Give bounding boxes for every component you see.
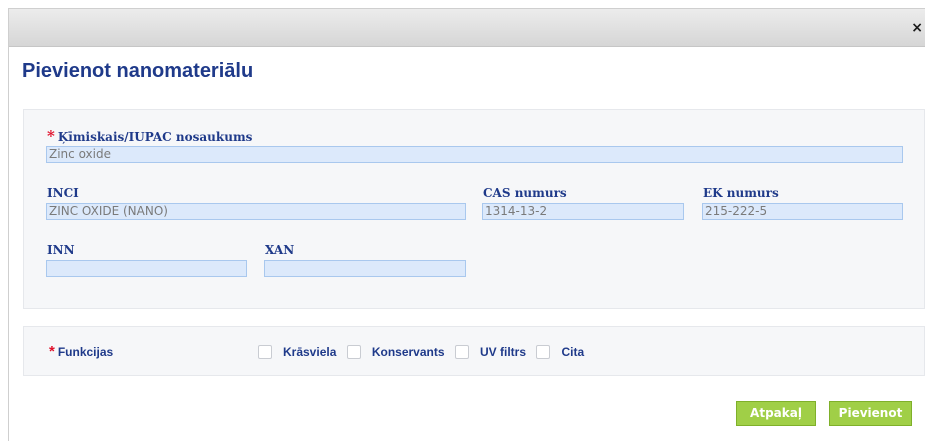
inci-label: INCI [47, 186, 79, 200]
required-marker: * [49, 343, 55, 360]
functions-label: * Funkcijas [49, 343, 113, 360]
function-option-label: Krāsviela [283, 344, 337, 359]
back-button[interactable]: Atpakaļ [736, 401, 816, 426]
cas-input[interactable]: 1314-13-2 [482, 203, 684, 220]
function-option-konservants[interactable]: Konservants [346, 343, 445, 361]
xan-label: XAN [265, 243, 295, 257]
functions-checkbox-group: Krāsviela Konservants UV filtrs Cita [258, 343, 590, 361]
cas-label: CAS numurs [483, 186, 567, 200]
checkbox[interactable] [258, 344, 272, 359]
function-option-krasviela[interactable]: Krāsviela [258, 343, 336, 361]
ek-input[interactable]: 215-222-5 [702, 203, 903, 220]
function-option-cita[interactable]: Cita [536, 343, 584, 361]
close-icon[interactable]: × [911, 20, 923, 36]
inn-input[interactable] [46, 260, 247, 277]
dialog-title: Pievienot nanomateriālu [22, 60, 254, 82]
checkbox[interactable] [454, 344, 469, 359]
ek-label: EK numurs [703, 186, 779, 200]
function-option-label: Konservants [371, 344, 445, 359]
function-option-label: UV filtrs [479, 344, 526, 359]
xan-input[interactable] [264, 260, 466, 277]
function-option-label: Cita [561, 344, 585, 359]
chemical-name-label-text: Ķīmiskais/IUPAC nosaukums [57, 130, 253, 144]
inci-input[interactable]: ZINC OXIDE (NANO) [46, 203, 466, 220]
chemical-name-label: * Ķīmiskais/IUPAC nosaukums [47, 127, 252, 145]
inn-label: INN [47, 243, 75, 257]
dialog-titlebar[interactable]: × [9, 9, 925, 47]
checkbox[interactable] [346, 344, 361, 359]
function-option-uv-filtrs[interactable]: UV filtrs [454, 343, 526, 361]
required-marker: * [47, 127, 55, 145]
add-button[interactable]: Pievienot [829, 401, 912, 426]
checkbox[interactable] [536, 344, 551, 359]
functions-label-text: Funkcijas [57, 345, 114, 359]
chemical-name-input[interactable]: Zinc oxide [46, 146, 903, 163]
